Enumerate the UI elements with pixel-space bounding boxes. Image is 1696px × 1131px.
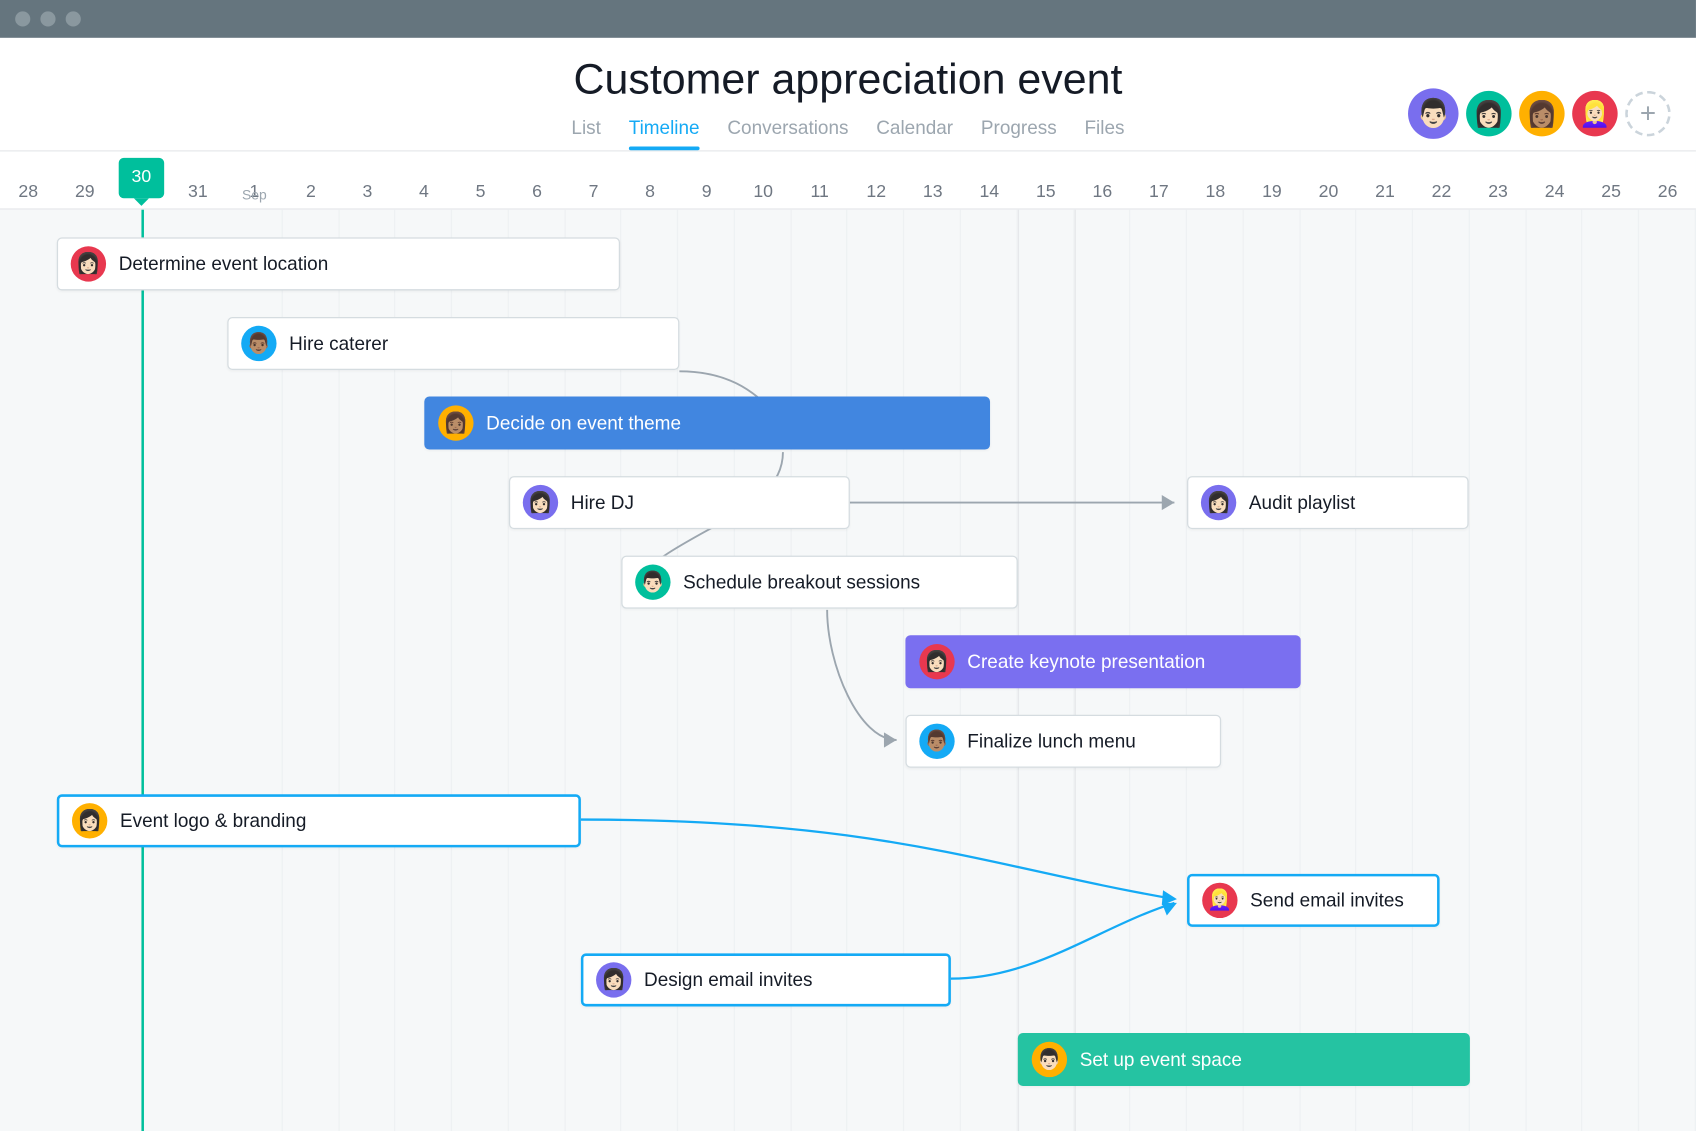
date-cell: 3 [339,181,396,209]
task-label: Send email invites [1250,890,1404,911]
month-label: Sep [226,188,283,203]
assignee-avatar: 👩🏻 [523,485,558,520]
tab-conversations[interactable]: Conversations [727,117,848,149]
date-cell: 21 [1357,181,1414,209]
team-avatars: 👨🏻👩🏻👩🏽👱🏻‍♀️+ [1408,88,1671,139]
add-member-button[interactable]: + [1625,91,1670,136]
date-cell: 11 [791,181,848,209]
window-chrome [0,0,1696,38]
task-bar[interactable]: 👨🏻 Set up event space [1018,1033,1470,1086]
date-cell: 2 [283,181,340,209]
task-bar[interactable]: 👩🏻 Event logo & branding [57,794,581,847]
date-cell: 13 [904,181,961,209]
task-bar[interactable]: 👨🏽 Hire caterer [227,317,679,370]
assignee-avatar: 👩🏻 [1201,485,1236,520]
assignee-avatar: 👱🏻‍♀️ [1202,883,1237,918]
window-dot [66,11,81,26]
team-avatar[interactable]: 👩🏽 [1519,91,1564,136]
date-cell: 24 [1526,181,1583,209]
project-header: Customer appreciation event List Timelin… [0,38,1696,152]
date-cell: 31 [170,181,227,209]
task-bar[interactable]: 👩🏻 Design email invites [581,953,951,1006]
date-cell: 6 [509,181,566,209]
window-dot [40,11,55,26]
tab-progress[interactable]: Progress [981,117,1057,149]
task-label: Finalize lunch menu [967,731,1135,752]
assignee-avatar: 👨🏻 [1032,1042,1067,1077]
date-cell: 4 [396,181,453,209]
assignee-avatar: 👩🏻 [71,246,106,281]
task-bar[interactable]: 👩🏽 Decide on event theme [424,397,990,450]
task-label: Audit playlist [1249,492,1355,513]
task-label: Set up event space [1080,1049,1242,1070]
date-cell: 28 [0,181,57,209]
date-cell: 25 [1583,181,1640,209]
date-cell: 16 [1074,181,1131,209]
assignee-avatar: 👩🏻 [596,962,631,997]
task-label: Decide on event theme [486,412,681,433]
team-avatar[interactable]: 👩🏻 [1466,91,1511,136]
date-cell: 15 [1018,181,1075,209]
date-cell: 14 [961,181,1018,209]
timeline-date-strip: 28293031Sep12345678910111213141516171819… [0,152,1696,210]
team-avatar[interactable]: 👱🏻‍♀️ [1572,91,1617,136]
date-cell: 19 [1244,181,1301,209]
date-cell: 12 [848,181,905,209]
task-bar[interactable]: 👱🏻‍♀️ Send email invites [1187,874,1440,927]
timeline-gantt[interactable]: 👩🏻 Determine event location 👨🏽 Hire caterer… [0,210,1696,1131]
task-bar[interactable]: 👨🏻 Schedule breakout sessions [621,556,1018,609]
date-cell: 5 [452,181,509,209]
task-bar[interactable]: 👨🏽 Finalize lunch menu [905,715,1221,768]
assignee-avatar: 👩🏻 [72,803,107,838]
date-cell: 17 [1131,181,1188,209]
date-cell: 23 [1470,181,1527,209]
today-marker [141,210,144,1131]
assignee-avatar: 👩🏽 [438,405,473,440]
task-label: Create keynote presentation [967,651,1205,672]
assignee-avatar: 👩🏻 [919,644,954,679]
task-bar[interactable]: 👩🏻 Audit playlist [1187,476,1469,529]
assignee-avatar: 👨🏻 [635,564,670,599]
date-cell: 10 [735,181,792,209]
date-cell: 8 [622,181,679,209]
task-label: Schedule breakout sessions [683,571,920,592]
date-cell: 26 [1639,181,1696,209]
date-cell: 29 [57,181,114,209]
date-cell: 7 [565,181,622,209]
tab-list[interactable]: List [571,117,600,149]
task-label: Determine event location [119,253,329,274]
date-cell: 30 [113,160,170,208]
date-cell: 22 [1413,181,1470,209]
task-bar[interactable]: 👩🏻 Determine event location [57,237,620,290]
task-label: Hire DJ [571,492,634,513]
date-cell: 18 [1187,181,1244,209]
team-avatar[interactable]: 👨🏻 [1408,88,1459,139]
task-label: Event logo & branding [120,810,306,831]
assignee-avatar: 👨🏽 [241,326,276,361]
tab-timeline[interactable]: Timeline [629,117,700,149]
task-label: Design email invites [644,969,812,990]
tab-files[interactable]: Files [1084,117,1124,149]
task-bar[interactable]: 👩🏻 Hire DJ [509,476,850,529]
task-label: Hire caterer [289,333,388,354]
date-cell: 20 [1300,181,1357,209]
tab-calendar[interactable]: Calendar [876,117,953,149]
window-dot [15,11,30,26]
date-cell: Sep1 [226,181,283,209]
date-cell: 9 [678,181,735,209]
assignee-avatar: 👨🏽 [919,724,954,759]
task-bar[interactable]: 👩🏻 Create keynote presentation [905,635,1300,688]
